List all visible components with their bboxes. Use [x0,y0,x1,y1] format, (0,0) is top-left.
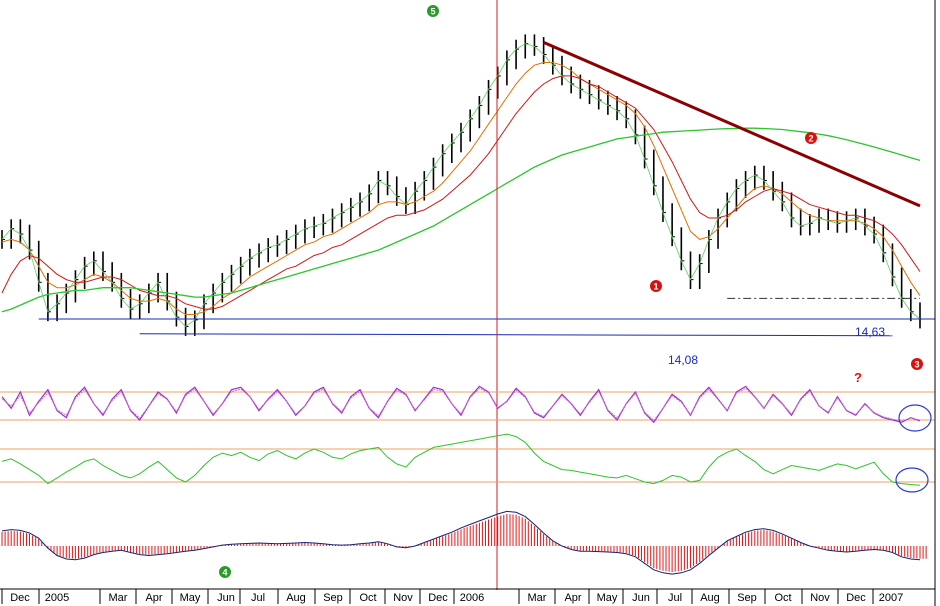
x-axis-label: Jul [668,592,682,604]
x-axis-label: Jun [217,592,235,604]
x-axis-label: Sep [737,592,757,604]
question-mark: ? [854,370,862,385]
x-axis-label: Jun [632,592,650,604]
marker-3: 3 [911,358,923,370]
level-label-14-63: 14,63 [855,325,885,339]
x-axis-label: Dec [846,592,866,604]
marker-1: 1 [650,280,662,292]
svg-text:1: 1 [653,282,658,292]
level-label-14-08: 14,08 [668,353,698,367]
x-axis-label: Aug [700,592,720,604]
svg-text:4: 4 [222,568,227,578]
marker-4: 4 [219,566,231,578]
x-axis-label: 2007 [879,592,903,604]
x-axis-label: Mar [109,592,128,604]
x-axis-label: May [597,592,618,604]
x-axis-label: Dec [10,592,30,604]
marker-2: 2 [805,132,817,144]
chart-svg: 14,63 14,08 5 1 2 3 4 ? Dec 2005 Mar Apr… [0,0,940,606]
x-axis-label: Nov [393,592,413,604]
x-axis-label: May [180,592,201,604]
marker-5: 5 [427,5,439,17]
x-axis-label: Sep [323,592,343,604]
x-axis-label: Apr [564,592,581,604]
x-axis-label: Apr [145,592,162,604]
x-axis-label: Oct [359,592,376,604]
x-axis-label: Jul [251,592,265,604]
x-axis-label: 2006 [460,592,484,604]
x-axis-label: Aug [286,592,306,604]
x-axis-label: 2005 [45,592,69,604]
svg-text:5: 5 [430,7,435,17]
x-axis-label: Dec [428,592,448,604]
svg-text:2: 2 [808,134,813,144]
x-axis-label: Mar [528,592,547,604]
svg-text:3: 3 [914,360,919,370]
chart-background [0,0,940,606]
x-axis-label: Nov [810,592,830,604]
x-axis-label: Oct [774,592,791,604]
